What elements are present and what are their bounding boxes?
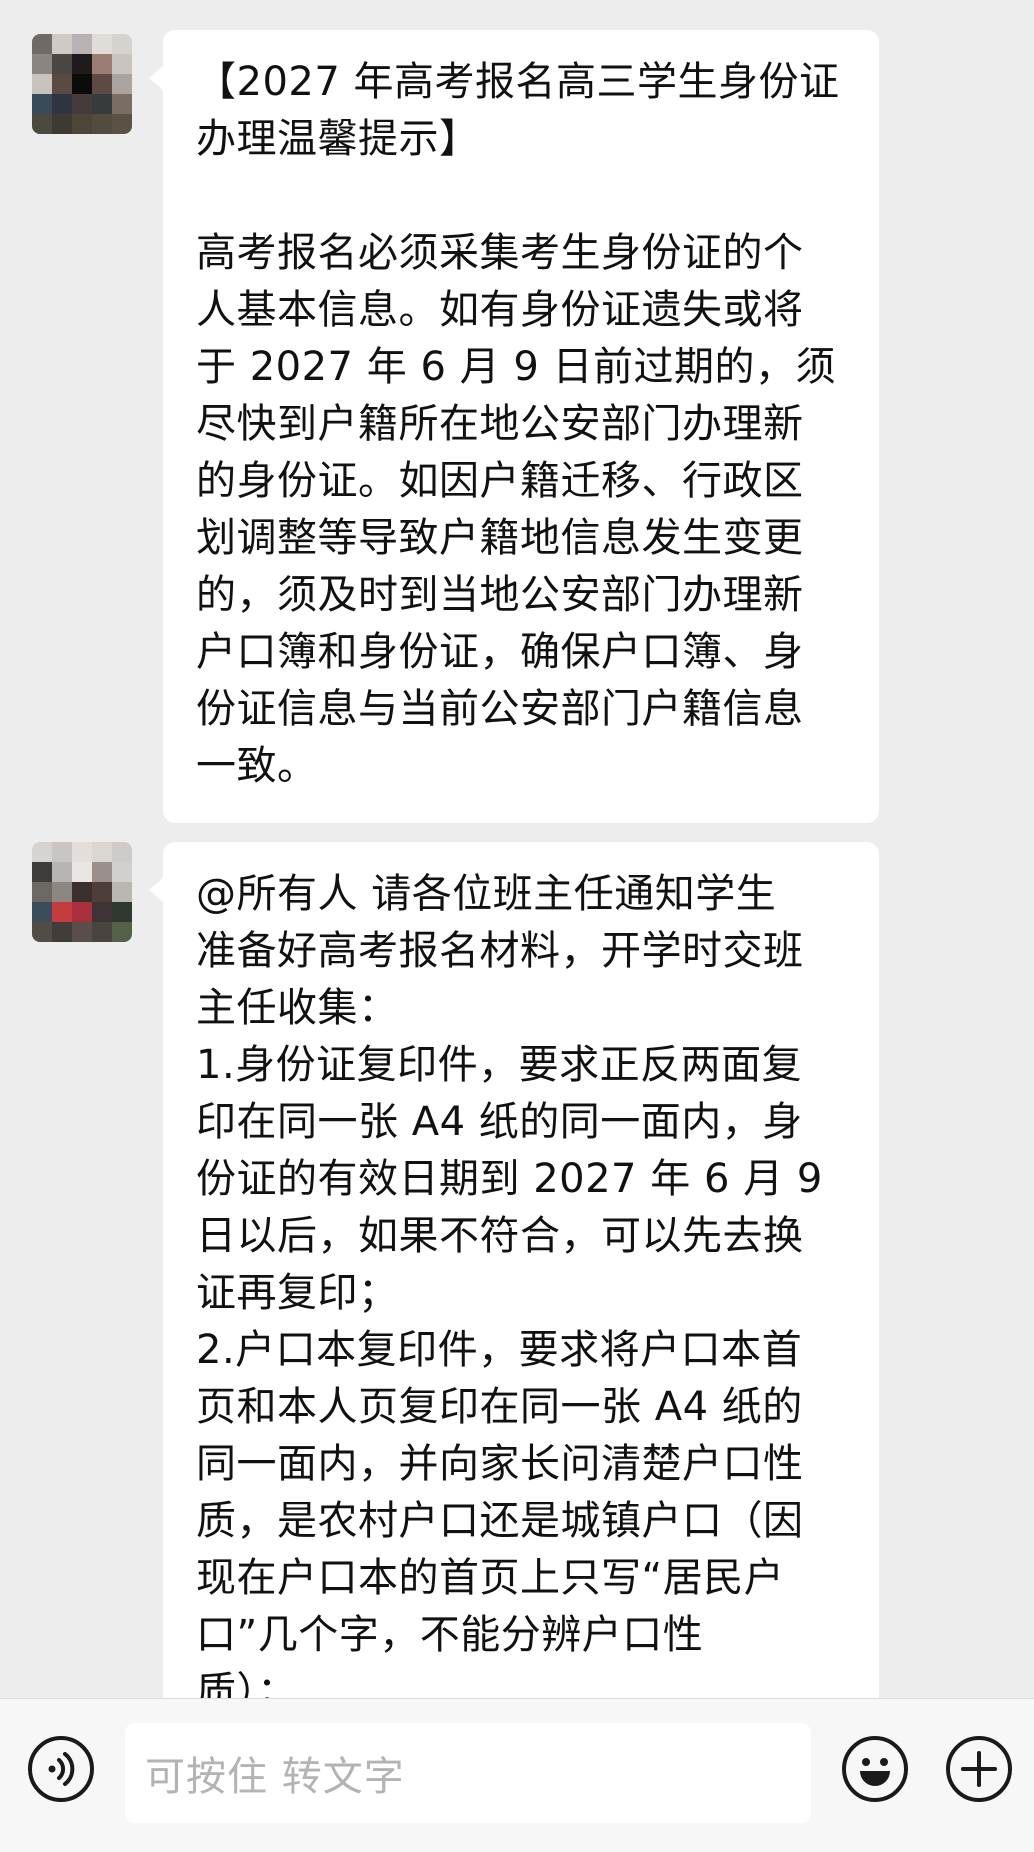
input-bar: 可按住 转文字 xyxy=(0,1698,1034,1852)
message-line: 的，须及时到当地公安部门办理新 xyxy=(196,572,804,618)
message-line: 划调整等导致户籍地信息发生变更 xyxy=(196,515,804,561)
message-line: 份证的有效日期到 2027 年 6 月 9 xyxy=(196,1156,823,1202)
message-line: 户口簿和身份证，确保户口簿、身 xyxy=(196,629,804,675)
avatar[interactable] xyxy=(32,34,132,134)
message-line: 【2027 年高考报名高三学生身份证 xyxy=(196,59,840,105)
message-line: 页和本人页复印在同一张 A4 纸的 xyxy=(196,1384,803,1430)
message-line: 2.户口本复印件，要求将户口本首 xyxy=(196,1327,803,1373)
chat-area[interactable]: 【2027 年高考报名高三学生身份证 办理温馨提示】 高考报名必须采集考生身份证… xyxy=(0,0,1034,1698)
plus-icon[interactable] xyxy=(946,1736,1012,1802)
message-line: 高考报名必须采集考生身份证的个 xyxy=(196,230,804,276)
message-line: @所有人 请各位班主任通知学生 xyxy=(196,871,777,917)
emoji-icon-glyph xyxy=(860,1758,890,1786)
message-line: 质）； xyxy=(196,1669,298,1698)
message-line: 的身份证。如因户籍迁移、行政区 xyxy=(196,458,804,504)
message-line: 现在户口本的首页上只写“居民户 xyxy=(196,1555,785,1601)
message-bubble[interactable]: @所有人 请各位班主任通知学生 准备好高考报名材料，开学时交班 主任收集： 1.… xyxy=(149,842,879,1698)
message-line: 办理温馨提示】 xyxy=(196,116,480,162)
message-line: 份证信息与当前公安部门户籍信息 xyxy=(196,686,804,732)
message-line: 1.身份证复印件，要求正反两面复 xyxy=(196,1042,803,1088)
message-line: 质，是农村户口还是城镇户口（因 xyxy=(196,1498,804,1544)
message-line: 主任收集： xyxy=(196,985,399,1031)
message-line: 一致。 xyxy=(196,743,318,789)
message-line: 尽快到户籍所在地公安部门办理新 xyxy=(196,401,804,447)
voice-icon-glyph xyxy=(48,1752,75,1786)
message-bubble[interactable]: 【2027 年高考报名高三学生身份证 办理温馨提示】 高考报名必须采集考生身份证… xyxy=(149,30,879,823)
message-line: 印在同一张 A4 纸的同一面内，身 xyxy=(196,1099,803,1145)
message-line: 口”几个字，不能分辨户口性 xyxy=(196,1612,704,1658)
message-line: 同一面内，并向家长问清楚户口性 xyxy=(196,1441,804,1487)
voice-icon[interactable] xyxy=(28,1736,94,1802)
emoji-icon[interactable] xyxy=(842,1736,908,1802)
message-line: 准备好高考报名材料，开学时交班 xyxy=(196,928,804,974)
plus-icon-glyph xyxy=(961,1751,997,1787)
message-line xyxy=(196,168,849,225)
avatar[interactable] xyxy=(32,842,132,942)
input-placeholder: 可按住 转文字 xyxy=(145,1754,405,1800)
message-line: 人基本信息。如有身份证遗失或将 xyxy=(196,287,804,333)
message-line: 证再复印； xyxy=(196,1270,399,1316)
message-line: 日以后，如果不符合，可以先去换 xyxy=(196,1213,804,1259)
message-input[interactable]: 可按住 转文字 xyxy=(125,1723,811,1823)
message-line: 于 2027 年 6 月 9 日前过期的，须 xyxy=(196,344,836,390)
